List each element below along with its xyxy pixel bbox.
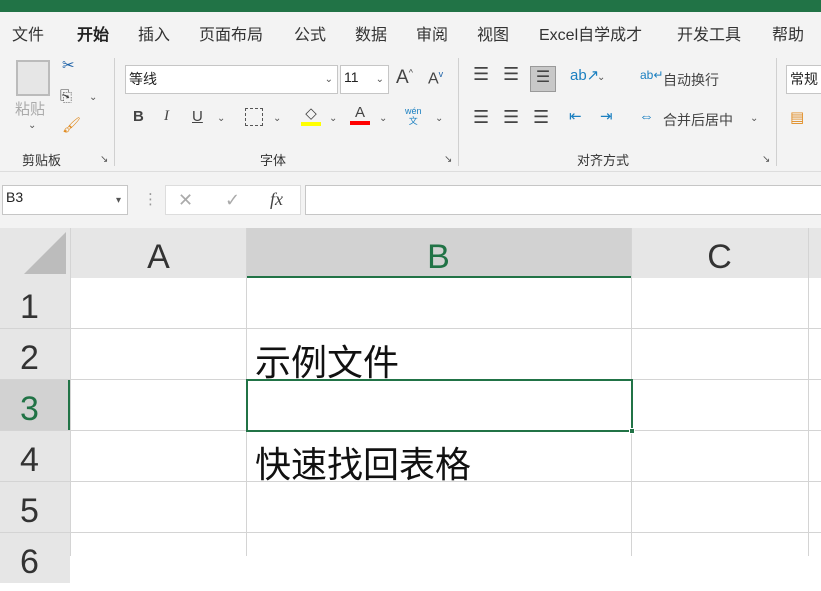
row-header-6[interactable]: 6 <box>0 533 70 583</box>
align-center-icon[interactable]: ☰ <box>503 107 519 128</box>
bottom-align-icon[interactable]: ☰ <box>530 66 556 92</box>
format-painter-icon[interactable]: 🖌 <box>62 116 81 134</box>
tab-help[interactable]: 帮助 <box>772 21 804 45</box>
decrease-font-icon[interactable]: Av <box>428 69 443 88</box>
column-header-c[interactable]: C <box>631 228 808 278</box>
conditional-format-icon[interactable]: ▤ <box>790 108 804 126</box>
tab-page-layout[interactable]: 页面布局 <box>199 21 263 45</box>
increase-font-icon[interactable]: A^ <box>396 67 413 89</box>
fill-color-dropdown-icon[interactable]: ⌄ <box>329 113 337 124</box>
underline-icon[interactable]: U <box>192 108 203 125</box>
phonetic-icon[interactable]: wén 文 <box>405 106 422 126</box>
underline-dropdown-icon[interactable]: ⌄ <box>217 113 225 124</box>
font-size-value: 11 <box>344 69 359 85</box>
cell-b4[interactable]: 快速找回表格 <box>255 436 471 488</box>
clipboard-launcher-icon[interactable]: ↘ <box>100 154 108 165</box>
merge-dropdown-icon[interactable]: ⌄ <box>750 113 758 124</box>
orientation-icon[interactable]: ab↗ <box>570 66 599 84</box>
tab-data[interactable]: 数据 <box>355 21 387 45</box>
tab-home[interactable]: 开始 <box>77 21 110 53</box>
formula-input[interactable] <box>305 185 821 215</box>
decrease-indent-icon[interactable]: ⇤ <box>569 107 582 125</box>
column-header-a[interactable]: A <box>71 228 246 278</box>
tab-developer[interactable]: 开发工具 <box>677 21 741 45</box>
font-group-label: 字体 <box>260 153 287 168</box>
row-header-2[interactable]: 2 <box>0 329 70 379</box>
alignment-launcher-icon[interactable]: ↘ <box>762 154 770 165</box>
row-header-4[interactable]: 4 <box>0 431 70 481</box>
wrap-text-icon[interactable]: ab↵ <box>640 68 663 82</box>
borders-dropdown-icon[interactable]: ⌄ <box>273 113 281 124</box>
merge-center-icon[interactable]: ⇔ <box>639 108 654 125</box>
formula-bar-area: B3 ▾ ⋮ ✕ ✓ fx <box>0 172 821 228</box>
select-all-button[interactable] <box>24 232 66 274</box>
paste-label[interactable]: 粘贴 <box>15 98 45 119</box>
row-header-5[interactable]: 5 <box>0 482 70 532</box>
middle-align-icon[interactable]: ☰ <box>503 64 519 85</box>
number-format-value: 常规 <box>790 71 818 87</box>
enter-icon[interactable]: ✓ <box>225 190 240 211</box>
cut-icon[interactable]: ✂ <box>62 56 75 74</box>
font-size-select[interactable]: 11 ⌄ <box>340 65 389 94</box>
copy-icon[interactable]: ⎘ <box>60 88 72 105</box>
bold-icon[interactable]: B <box>133 108 144 125</box>
italic-icon[interactable]: I <box>164 108 169 125</box>
copy-dropdown-icon[interactable]: ⌄ <box>89 92 97 103</box>
formula-bar-handle-icon[interactable]: ⋮ <box>143 190 158 208</box>
number-format-select[interactable]: 常规 <box>786 65 821 94</box>
title-bar <box>0 0 821 12</box>
tab-insert[interactable]: 插入 <box>138 21 170 45</box>
paste-dropdown-icon[interactable]: ⌄ <box>28 120 36 131</box>
font-color-dropdown-icon[interactable]: ⌄ <box>379 113 387 124</box>
increase-indent-icon[interactable]: ⇥ <box>600 107 613 125</box>
font-color-icon[interactable]: A <box>350 104 370 125</box>
ribbon-tabs: 文件 开始 插入 页面布局 公式 数据 审阅 视图 Excel自学成才 开发工具… <box>0 12 821 53</box>
font-launcher-icon[interactable]: ↘ <box>444 154 452 165</box>
font-name-select[interactable]: 等线 ⌄ <box>125 65 338 94</box>
align-left-icon[interactable]: ☰ <box>473 107 489 128</box>
top-align-icon[interactable]: ☰ <box>473 64 489 85</box>
merge-center-button[interactable]: 合并后居中 <box>663 110 733 130</box>
name-box[interactable]: B3 ▾ <box>2 185 128 215</box>
fill-color-icon[interactable]: ◇ <box>301 104 321 126</box>
tab-file[interactable]: 文件 <box>12 21 44 45</box>
font-name-value: 等线 <box>129 71 157 87</box>
tab-review[interactable]: 审阅 <box>416 21 448 45</box>
cell-b3-selected[interactable] <box>246 379 633 432</box>
clipboard-group-label: 剪贴板 <box>22 153 62 168</box>
insert-function-icon[interactable]: fx <box>270 189 283 210</box>
fill-handle[interactable] <box>629 428 635 434</box>
column-header-b[interactable]: B <box>246 228 631 278</box>
tab-formulas[interactable]: 公式 <box>294 21 326 45</box>
row-header-1[interactable]: 1 <box>0 278 70 328</box>
orientation-dropdown-icon[interactable]: ⌄ <box>597 72 605 83</box>
name-box-value: B3 <box>6 189 24 205</box>
ribbon: 粘贴 ⌄ ✂ ⎘ ⌄ 🖌 剪贴板 ↘ 等线 ⌄ 11 ⌄ A^ Av B I U ⌄… <box>0 50 821 172</box>
alignment-group-label: 对齐方式 <box>577 153 630 168</box>
borders-icon[interactable] <box>245 108 263 126</box>
cancel-icon[interactable]: ✕ <box>178 190 193 211</box>
align-right-icon[interactable]: ☰ <box>533 107 549 128</box>
tab-view[interactable]: 视图 <box>477 21 509 45</box>
paste-icon[interactable] <box>16 60 50 96</box>
row-header-3[interactable]: 3 <box>0 380 70 430</box>
wrap-text-button[interactable]: 自动换行 <box>663 70 719 90</box>
phonetic-dropdown-icon[interactable]: ⌄ <box>435 113 443 124</box>
tab-excel-zixue[interactable]: Excel自学成才 <box>539 21 642 45</box>
